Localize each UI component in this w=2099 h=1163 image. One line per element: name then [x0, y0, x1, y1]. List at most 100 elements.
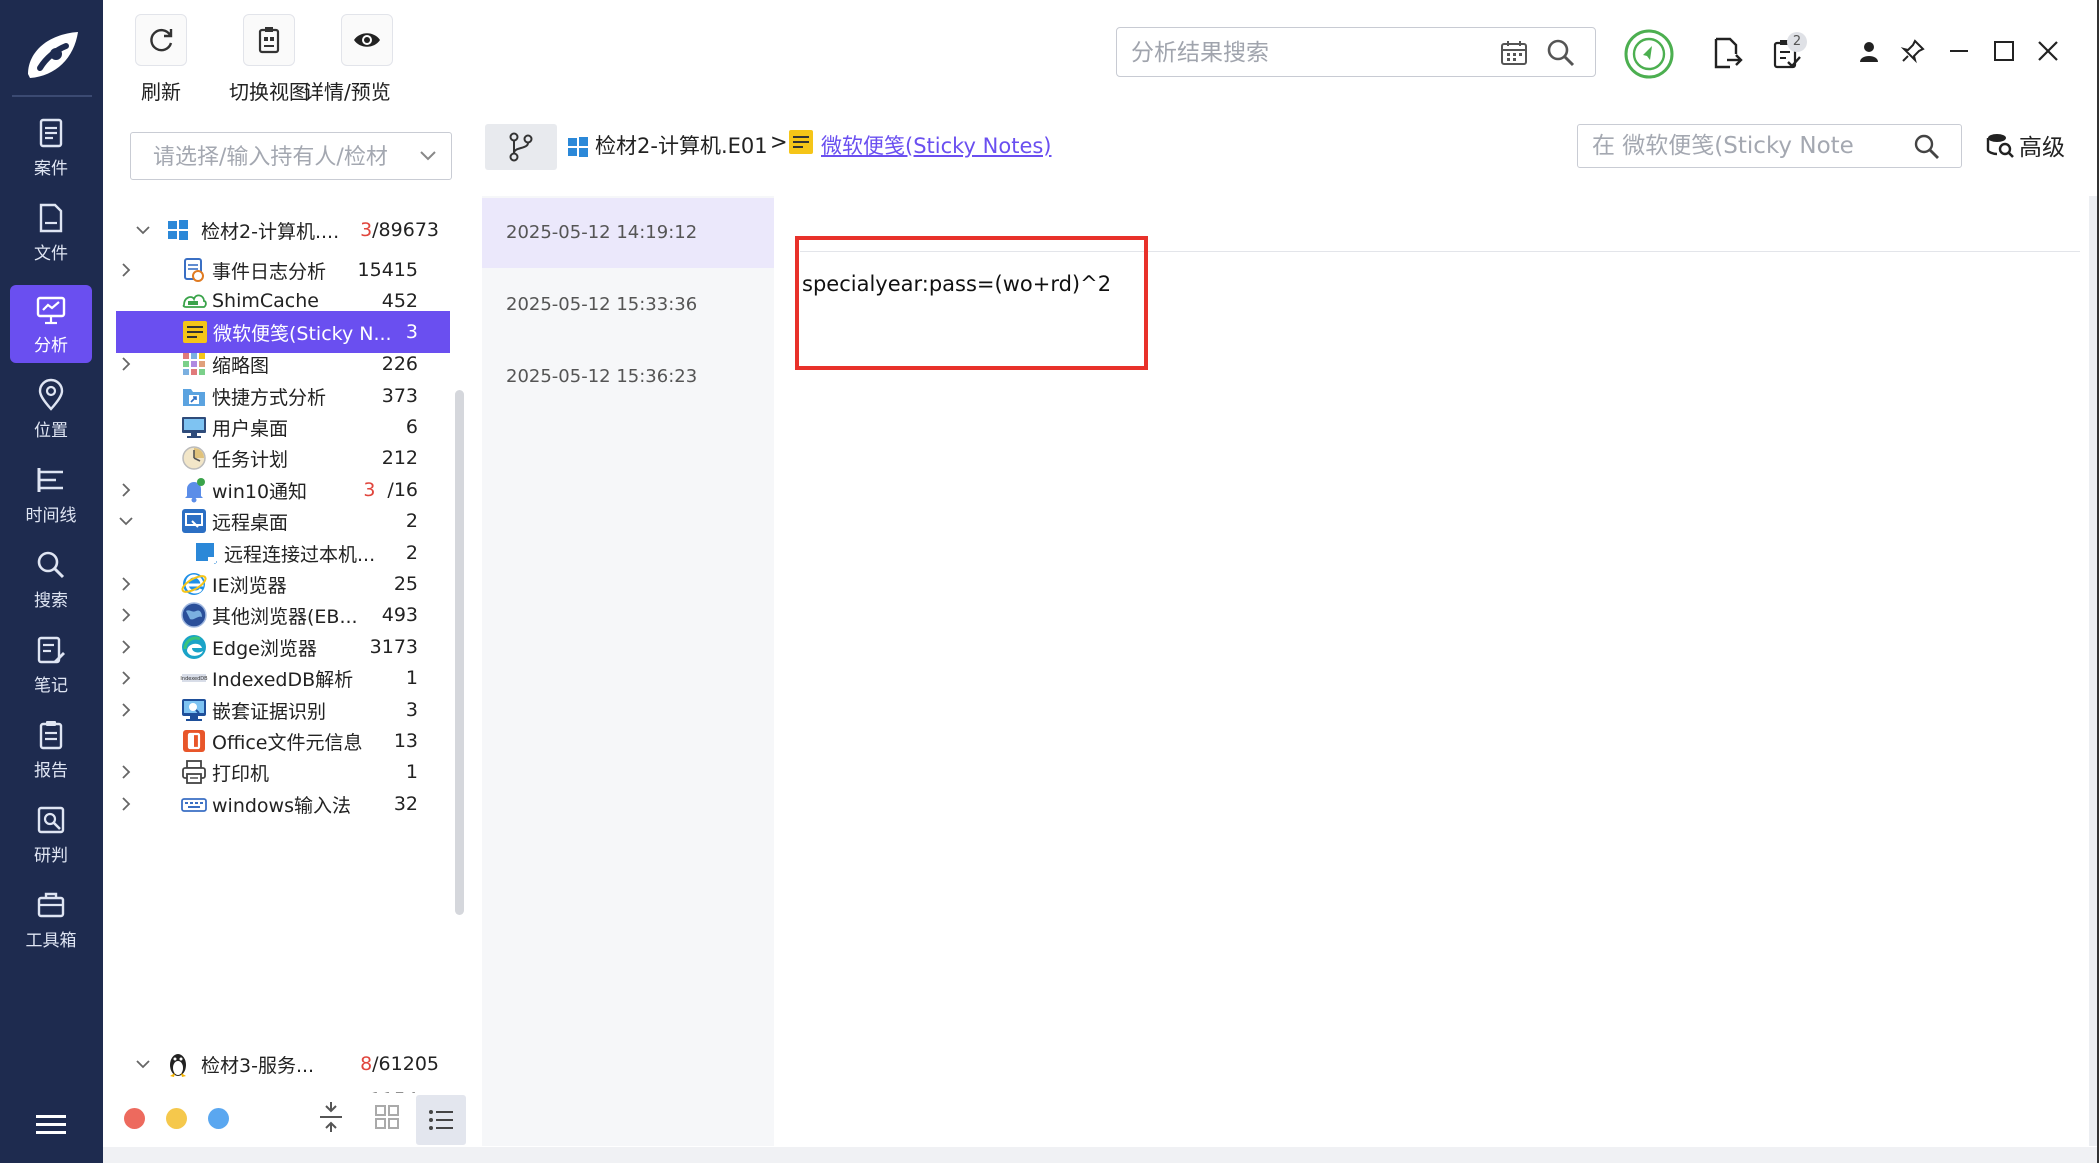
- case-icon: [39, 118, 63, 147]
- eye-icon: [354, 33, 381, 47]
- close-icon[interactable]: [2037, 40, 2059, 62]
- nav-file[interactable]: 文件: [10, 193, 92, 271]
- menu-icon[interactable]: [36, 1114, 66, 1136]
- tree-item[interactable]: windows输入法 32: [115, 784, 450, 824]
- detail-search-input[interactable]: [1592, 131, 1892, 161]
- minimize-icon[interactable]: [1948, 40, 1970, 62]
- thumbnail-icon: [183, 353, 205, 375]
- tree-bottom-bar: [103, 1093, 468, 1147]
- chevron-right-icon[interactable]: [119, 357, 133, 371]
- pin-icon[interactable]: [1900, 38, 1926, 64]
- chevron-down-icon[interactable]: [136, 1057, 150, 1071]
- nav-judge[interactable]: 研判: [10, 795, 92, 873]
- tree-evidence-1[interactable]: 检材2-计算机.... 3/89673: [115, 210, 450, 250]
- tree-item-count: 25: [393, 573, 418, 595]
- advanced-search-button[interactable]: 高级: [1985, 128, 2065, 162]
- chevron-right-icon[interactable]: [119, 765, 133, 779]
- search-icon[interactable]: [1913, 133, 1941, 161]
- evidence-2-label: 检材3-服务...: [201, 1054, 315, 1077]
- nav-judge-label: 研判: [34, 845, 68, 866]
- blue-dot[interactable]: [208, 1108, 229, 1129]
- chevron-down-icon[interactable]: [136, 223, 150, 237]
- tree-item-count: 212: [381, 447, 418, 469]
- nav-report[interactable]: 报告: [10, 710, 92, 788]
- branch-icon: [509, 132, 533, 162]
- remote-connection-icon: [196, 543, 218, 565]
- switch-view-label: 切换视图: [229, 80, 309, 104]
- tree-item-label: Office文件元信息: [212, 731, 363, 754]
- linux-icon: [170, 1054, 186, 1077]
- switch-view-button[interactable]: 切换视图: [229, 14, 309, 105]
- tree-item-count: 6: [405, 416, 418, 438]
- tree-item-label: IE浏览器: [212, 574, 287, 597]
- calendar-icon[interactable]: [1499, 38, 1529, 68]
- list-item[interactable]: 2025-05-12 15:33:36: [482, 270, 774, 340]
- nav-analysis[interactable]: 分析: [10, 285, 92, 363]
- evidence-2-count: 8/61205: [360, 1053, 439, 1075]
- tree-item-label: windows输入法: [212, 794, 351, 817]
- chevron-down-icon[interactable]: [419, 149, 437, 163]
- yellow-dot[interactable]: [166, 1108, 187, 1129]
- details-preview-button[interactable]: 详情/预览: [304, 14, 394, 105]
- grid-view-icon[interactable]: [370, 1100, 404, 1134]
- nav-search[interactable]: 搜索: [10, 540, 92, 618]
- status-ok-icon[interactable]: [1623, 28, 1675, 80]
- tree-item-label: 远程连接过本机...: [224, 543, 376, 566]
- breadcrumb-current[interactable]: 微软便笺(Sticky Notes): [821, 130, 1052, 160]
- refresh-button[interactable]: 刷新: [135, 14, 187, 105]
- report-icon: [39, 720, 63, 749]
- tree-evidence-2[interactable]: 检材3-服务... 8/61205: [115, 1044, 450, 1084]
- list-view-button[interactable]: [416, 1095, 466, 1145]
- chevron-right-icon[interactable]: [119, 483, 133, 497]
- tree-item-label: 微软便笺(Sticky N...: [213, 322, 392, 345]
- search-icon: [37, 551, 65, 578]
- holder-input[interactable]: [153, 141, 413, 173]
- chevron-right-icon[interactable]: [119, 703, 133, 717]
- tree-item-count: 493: [381, 604, 418, 626]
- chevron-right-icon[interactable]: [119, 263, 133, 277]
- red-dot[interactable]: [124, 1108, 145, 1129]
- export-icon[interactable]: [1712, 36, 1744, 70]
- chevron-right-icon[interactable]: [119, 640, 133, 654]
- nav-location[interactable]: 位置: [10, 370, 92, 448]
- nav-notes-label: 笔记: [34, 675, 68, 696]
- list-item[interactable]: 2025-05-12 15:36:23: [482, 342, 774, 412]
- tree-item-count: 3: [405, 699, 418, 721]
- chevron-right-icon[interactable]: [119, 608, 133, 622]
- left-nav: 案件 文件 分析 位置 时间线 搜索 笔记 报告 研判 工具箱: [0, 0, 103, 1163]
- analysis-search-input[interactable]: [1131, 36, 1461, 70]
- nav-toolbox[interactable]: 工具箱: [10, 880, 92, 958]
- nav-timeline[interactable]: 时间线: [10, 455, 92, 533]
- chevron-right-icon[interactable]: [119, 671, 133, 685]
- bottom-edge: [103, 1147, 2097, 1163]
- chevron-right-icon[interactable]: [119, 797, 133, 811]
- maximize-icon[interactable]: [1993, 40, 2015, 62]
- indexeddb-icon: IndexedDB: [180, 674, 208, 682]
- nested-evidence-icon: [182, 699, 206, 721]
- highlight-box: [795, 236, 1148, 370]
- chevron-down-icon[interactable]: [119, 514, 133, 528]
- advanced-label: 高级: [2019, 135, 2065, 161]
- detail-scrollbar[interactable]: [2089, 196, 2097, 1146]
- nav-notes[interactable]: 笔记: [10, 625, 92, 703]
- branch-button[interactable]: [485, 124, 557, 170]
- tree-scrollbar[interactable]: [455, 390, 464, 915]
- svg-text:IndexedDB: IndexedDB: [180, 676, 208, 682]
- printer-icon: [182, 760, 206, 784]
- record-list: 2025-05-12 14:19:12 2025-05-12 15:33:36 …: [482, 196, 774, 1146]
- collapse-icon[interactable]: [314, 1100, 348, 1134]
- tree-item-label: IndexedDB解析: [212, 668, 354, 691]
- list-view-icon: [429, 1110, 453, 1130]
- list-item[interactable]: 2025-05-12 14:19:12: [482, 198, 774, 268]
- chevron-right-icon[interactable]: [119, 577, 133, 591]
- breadcrumb-evidence[interactable]: 检材2-计算机.E01: [595, 130, 768, 160]
- holder-select[interactable]: [130, 132, 452, 180]
- tree-item-count: 226: [381, 353, 418, 375]
- nav-case[interactable]: 案件: [10, 108, 92, 186]
- search-icon[interactable]: [1545, 37, 1577, 69]
- user-icon[interactable]: [1857, 40, 1881, 64]
- office-icon: [183, 730, 205, 752]
- shortcut-icon: [183, 389, 205, 406]
- detail-search-box: [1577, 124, 1962, 168]
- notification-icon: [185, 478, 205, 503]
